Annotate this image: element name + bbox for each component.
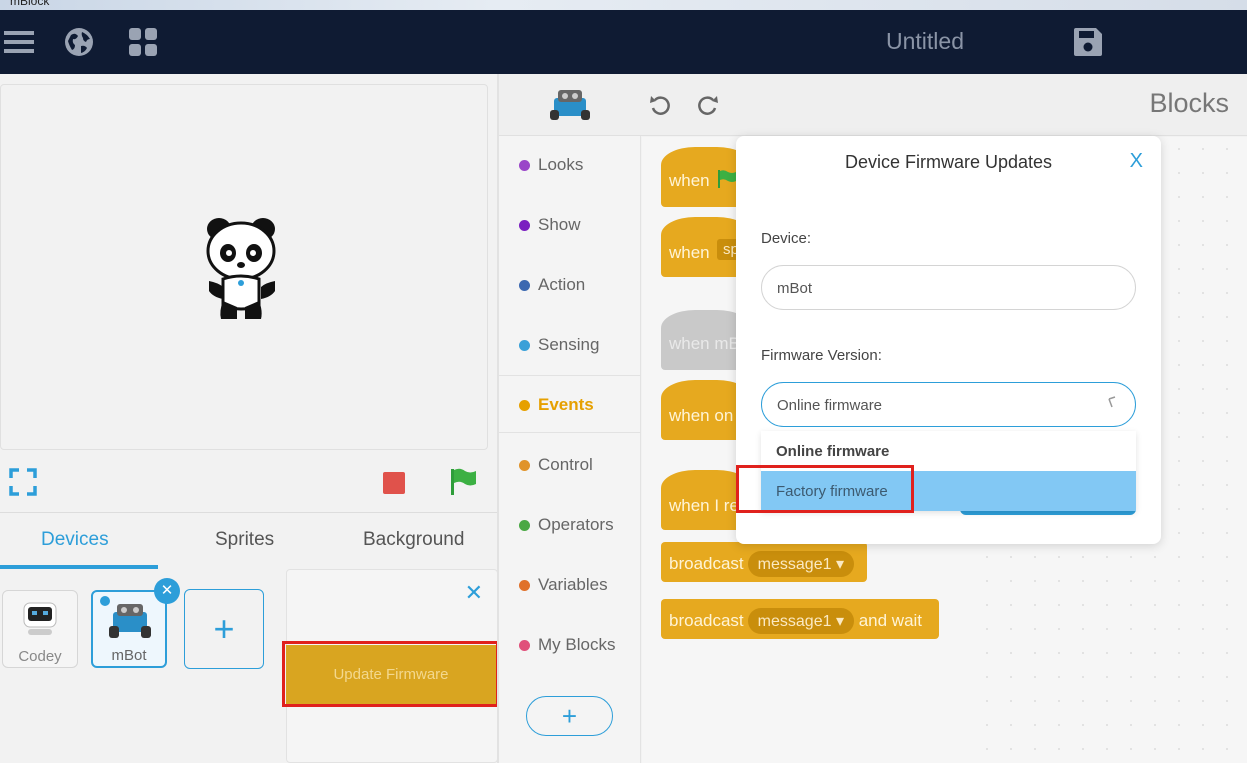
option-label: Online firmware [776, 443, 890, 460]
apps-grid-icon[interactable] [127, 26, 159, 58]
category-dot [519, 580, 530, 591]
category-my-blocks[interactable]: My Blocks [499, 616, 641, 674]
add-device-button[interactable]: + [184, 589, 264, 669]
category-label: Sensing [538, 335, 600, 354]
category-action[interactable]: Action [499, 256, 641, 314]
undo-icon[interactable] [649, 94, 671, 116]
broadcast-and-wait-block[interactable]: broadcast message1 ▾ and wait [661, 599, 939, 639]
window-title: mBlock [10, 0, 50, 8]
category-dot [519, 280, 530, 291]
dialog-close-icon[interactable]: X [1130, 150, 1143, 173]
category-label: Show [538, 215, 581, 234]
tab-sprites[interactable]: Sprites [215, 529, 274, 551]
tab-devices[interactable]: Devices [41, 529, 109, 551]
block-categories: Looks Show Action Sensing Events Control… [499, 136, 641, 763]
block-text: when mB [669, 334, 740, 353]
connected-dot [100, 596, 110, 606]
category-dot [519, 160, 530, 171]
and-wait-label: and wait [858, 611, 923, 630]
block-text: when [669, 243, 710, 262]
device-label: Device: [761, 230, 812, 247]
message-dropdown[interactable]: message1 ▾ [747, 608, 854, 634]
category-label: Looks [538, 155, 584, 174]
active-tab-indicator [0, 565, 158, 569]
project-title[interactable]: Untitled [860, 28, 990, 55]
category-variables[interactable]: Variables [499, 556, 641, 614]
blocks-panel-title: Blocks [1149, 88, 1229, 118]
firmware-version-value: Online firmware [777, 397, 883, 414]
device-card-codey[interactable]: Codey [2, 590, 78, 668]
category-control[interactable]: Control [499, 436, 641, 494]
broadcast-label: broadcast [669, 611, 744, 630]
popover-close-icon[interactable]: ✕ [465, 580, 483, 606]
category-label: Action [538, 275, 586, 294]
block-text: when on [669, 406, 734, 425]
highlight-box-factory [736, 465, 914, 513]
message-dropdown[interactable]: message1 ▾ [747, 551, 854, 577]
category-label: Operators [538, 515, 614, 534]
stop-icon[interactable] [383, 472, 405, 494]
tab-background[interactable]: Background [363, 529, 464, 551]
category-dot [519, 520, 530, 531]
redo-icon[interactable] [697, 94, 719, 116]
chevron-down-icon [1107, 395, 1119, 412]
category-dot [519, 400, 530, 411]
category-dot [519, 340, 530, 351]
dialog-title: Device Firmware Updates [844, 152, 1053, 172]
category-dot [519, 640, 530, 651]
broadcast-label: broadcast [669, 554, 744, 573]
stage-controls [0, 455, 497, 511]
category-operators[interactable]: Operators [499, 496, 641, 554]
add-icon: + [213, 608, 235, 649]
device-value: mBot [777, 280, 813, 297]
stage-canvas[interactable] [0, 84, 488, 450]
top-navigation-bar: Untitled [0, 10, 1247, 74]
green-flag-icon[interactable] [449, 468, 477, 496]
category-label: Events [538, 395, 594, 414]
broadcast-block[interactable]: broadcast message1 ▾ [661, 542, 867, 582]
codey-robot-icon [23, 602, 57, 635]
sprite-tabs: Devices Sprites Background [0, 513, 497, 569]
device-label-codey: Codey [18, 648, 62, 665]
remove-device-button[interactable]: ✕ [154, 578, 180, 604]
device-field[interactable]: mBot [761, 265, 1136, 310]
mbot-robot-icon [550, 90, 590, 120]
category-looks[interactable]: Looks [499, 136, 641, 194]
category-dot [519, 460, 530, 471]
highlight-box-update [282, 641, 499, 707]
block-text: when I re [669, 496, 739, 515]
green-flag-icon [718, 170, 736, 188]
panda-sprite[interactable] [201, 213, 283, 323]
fullscreen-icon[interactable] [9, 468, 37, 496]
globe-icon[interactable] [63, 26, 95, 58]
menu-icon[interactable] [3, 26, 35, 58]
block-text: broadcast message1 ▾ [669, 551, 854, 577]
firmware-version-select[interactable]: Online firmware [761, 382, 1136, 427]
save-icon[interactable] [1072, 26, 1104, 58]
block-text: when [669, 171, 710, 190]
category-events[interactable]: Events [499, 375, 641, 433]
device-label-mbot: mBot [111, 647, 147, 664]
mbot-robot-icon [109, 604, 151, 638]
editor-header: Blocks [499, 74, 1247, 136]
os-title-strip: mBlock [0, 0, 1247, 10]
category-show[interactable]: Show [499, 196, 641, 254]
block-text: broadcast message1 ▾ and wait [669, 608, 922, 634]
add-extension-button[interactable]: + [526, 696, 613, 736]
firmware-version-label: Firmware Version: [761, 347, 882, 364]
category-label: My Blocks [538, 635, 616, 654]
category-dot [519, 220, 530, 231]
category-label: Variables [538, 575, 608, 594]
category-sensing[interactable]: Sensing [499, 316, 641, 374]
category-label: Control [538, 455, 593, 474]
